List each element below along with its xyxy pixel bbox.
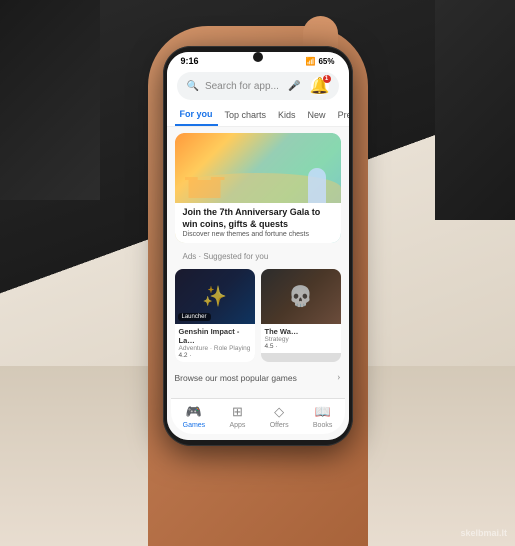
category-tabs: For you Top charts Kids New Premi…: [167, 104, 349, 127]
app-install-row: ⚔ Lords Mobile: Kingdom… IGG.COM Install…: [175, 242, 341, 243]
status-time: 9:16: [181, 56, 199, 66]
banner-title: Join the 7th Anniversary Gala to win coi…: [183, 207, 333, 230]
nav-games[interactable]: 🎮 Games: [183, 404, 206, 429]
search-placeholder: Search for app...: [205, 81, 282, 92]
walkingdead-subtitle: Strategy: [265, 336, 337, 343]
genshin-card-image: ✨ Launcher: [175, 269, 255, 324]
tab-new[interactable]: New: [303, 105, 331, 125]
top-right-object: [435, 0, 515, 220]
search-icon: 🔍: [187, 81, 199, 92]
main-content: Ends in 3 days Join the 7th Anniversary …: [167, 127, 349, 440]
games-label: Games: [183, 422, 206, 429]
walkingdead-card-info: The Wa… Strategy 4.5 ·: [261, 324, 341, 353]
watermark: skelbmai.lt: [460, 528, 507, 538]
phone-device: 9:16 📶 65% 🔍 Search for app... 🎤 🔔: [163, 46, 353, 446]
genshin-card-info: Genshin Impact - La… Adventure · Role Pl…: [175, 324, 255, 362]
banner-text-area: Join the 7th Anniversary Gala to win coi…: [175, 203, 341, 242]
genshin-title: Genshin Impact - La…: [179, 327, 251, 345]
nav-offers[interactable]: ◇ Offers: [270, 404, 289, 429]
castle-decoration: [185, 168, 225, 198]
books-icon: 📖: [315, 404, 331, 420]
genshin-icon: ✨: [202, 284, 227, 309]
walkingdead-rating: 4.5 ·: [265, 343, 337, 350]
notification-badge[interactable]: 🔔: [311, 77, 329, 95]
suggested-section-header: Ads · Suggested for you: [167, 249, 349, 263]
popular-label: Browse our most popular games: [175, 373, 297, 383]
suggested-cards-row: ✨ Launcher Genshin Impact - La… Adventur…: [167, 269, 349, 362]
top-left-object: [0, 0, 100, 200]
genshin-subtitle: Adventure · Role Playing: [179, 345, 251, 352]
books-label: Books: [313, 422, 332, 429]
offers-label: Offers: [270, 422, 289, 429]
walkingdead-art: 💀: [261, 269, 341, 324]
mic-icon[interactable]: 🎤: [288, 81, 300, 92]
tab-kids[interactable]: Kids: [273, 105, 301, 125]
phone-screen: 9:16 📶 65% 🔍 Search for app... 🎤 🔔: [167, 52, 349, 440]
apps-label: Apps: [229, 422, 245, 429]
genshin-game-label: Launcher: [178, 313, 211, 321]
walkingdead-icon: 💀: [288, 284, 313, 309]
bell-icon: 🔔: [310, 76, 330, 96]
ads-suggested-label: Ads · Suggested for you: [175, 252, 277, 261]
nav-books[interactable]: 📖 Books: [313, 404, 332, 429]
games-icon: 🎮: [186, 404, 202, 420]
search-bar-container: 🔍 Search for app... 🎤 🔔: [167, 68, 349, 104]
character-decoration: [308, 168, 326, 203]
nav-apps[interactable]: ⊞ Apps: [229, 404, 245, 429]
camera-notch: [253, 52, 263, 62]
banner-background-art: [175, 133, 341, 203]
status-icons: 📶 65%: [306, 57, 335, 66]
walkingdead-card-image: 💀: [261, 269, 341, 324]
suggested-card-walkingdead[interactable]: 💀 The Wa… Strategy 4.5 ·: [261, 269, 341, 362]
walkingdead-title: The Wa…: [265, 327, 337, 336]
bottom-navigation: 🎮 Games ⊞ Apps ◇ Offers 📖 Books: [171, 398, 345, 434]
banner-subtitle: Discover new themes and fortune chests: [183, 231, 333, 238]
battery-icon: 65%: [318, 57, 334, 66]
hand-container: 9:16 📶 65% 🔍 Search for app... 🎤 🔔: [88, 26, 428, 546]
tab-premium[interactable]: Premi…: [333, 105, 349, 125]
signal-icon: 📶: [306, 57, 316, 66]
suggested-card-genshin[interactable]: ✨ Launcher Genshin Impact - La… Adventur…: [175, 269, 255, 362]
offers-icon: ◇: [274, 404, 284, 420]
tab-top-charts[interactable]: Top charts: [220, 105, 272, 125]
search-input-field[interactable]: 🔍 Search for app... 🎤 🔔: [177, 72, 339, 100]
genshin-rating: 4.2 ·: [179, 352, 251, 359]
arrow-icon: ›: [337, 372, 340, 383]
apps-icon: ⊞: [232, 404, 243, 420]
popular-games-bar[interactable]: Browse our most popular games ›: [167, 368, 349, 387]
tab-for-you[interactable]: For you: [175, 104, 218, 126]
featured-banner[interactable]: Ends in 3 days Join the 7th Anniversary …: [175, 133, 341, 243]
